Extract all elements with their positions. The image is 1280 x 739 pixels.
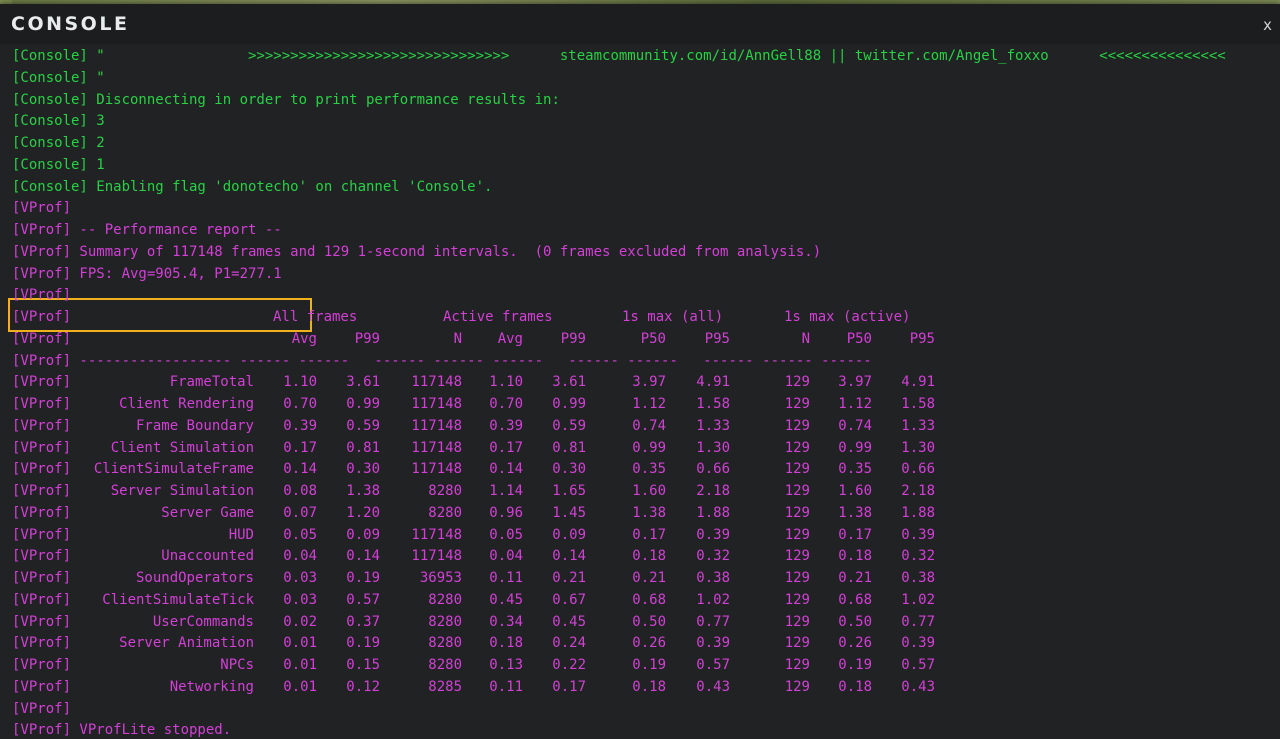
table-cell: 0.77 — [901, 613, 935, 630]
vprof-log-line: [VProf] — [12, 200, 72, 217]
table-cell: 0.39 — [901, 635, 935, 652]
table-cell: 0.43 — [901, 678, 935, 695]
console-output[interactable]: [Console] " >>>>>>>>>>>>>>>>>>>>>>>>>>>>… — [0, 44, 1280, 739]
console-title: CONSOLE — [11, 13, 130, 35]
table-cell: 0.32 — [901, 548, 935, 565]
table-cell: 2.18 — [901, 483, 935, 499]
console-log-line: [Console] " — [12, 69, 105, 86]
table-cell: 0.39 — [901, 526, 935, 543]
vprof-log-line: [VProf] — [12, 287, 72, 304]
table-group-header-row: [VProf] — [12, 309, 72, 325]
console-log-line: [Console] 3 — [12, 113, 105, 130]
table-cell: 0.57 — [901, 657, 935, 673]
table-cell: 0.66 — [901, 461, 935, 478]
table-cell: 1.58 — [901, 396, 935, 412]
console-log-line: [Console] Disconnecting in order to prin… — [12, 91, 560, 108]
vprof-summary-line: [VProf] Summary of 117148 frames and 129… — [12, 243, 822, 260]
table-separator: [VProf] ------------------ ------ ------… — [12, 352, 872, 369]
console-log-line: [Console] " >>>>>>>>>>>>>>>>>>>>>>>>>>>>… — [12, 48, 1226, 64]
table-cell: 1.33 — [901, 417, 935, 434]
console-window: CONSOLE x [Console] " >>>>>>>>>>>>>>>>>>… — [0, 4, 1280, 739]
table-group-header: 1s max (active) — [784, 309, 911, 325]
vprof-fps-line: [VProf] FPS: Avg=905.4, P1=277.1 — [12, 265, 282, 282]
table-group-header: All frames — [273, 309, 358, 325]
table-cell: 1.88 — [901, 504, 935, 521]
table-group-header: Active frames — [443, 309, 553, 325]
console-log-line: [Console] 1 — [12, 156, 105, 173]
console-log-line: [Console] Enabling flag 'donotecho' on c… — [12, 178, 493, 195]
table-cell: 1.30 — [901, 439, 935, 456]
vprof-log-line: [VProf] — [12, 700, 72, 717]
close-icon[interactable]: x — [1263, 16, 1272, 34]
table-group-header: 1s max (all) — [622, 309, 724, 325]
table-cell: 1.02 — [901, 591, 935, 608]
table-cell: 0.38 — [901, 570, 935, 586]
table-cell: 4.91 — [901, 374, 935, 391]
table-cell: P95 — [909, 330, 935, 347]
vprof-report-header: [VProf] -- Performance report -- — [12, 222, 282, 238]
console-titlebar[interactable]: CONSOLE x — [0, 4, 1280, 44]
vprof-final-line: [VProf] VProfLite stopped. — [12, 722, 232, 739]
console-log-line: [Console] 2 — [12, 135, 105, 151]
